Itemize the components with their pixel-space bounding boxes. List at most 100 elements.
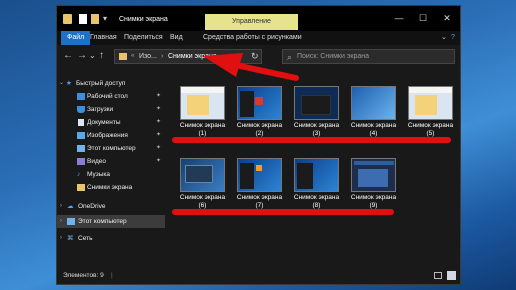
- properties-icon[interactable]: [79, 14, 87, 24]
- file-label: Снимок экрана (3): [293, 122, 340, 137]
- file-item[interactable]: Снимок экрана (1): [174, 83, 231, 143]
- file-item[interactable]: Снимок экрана (7): [231, 155, 288, 215]
- forward-button[interactable]: →: [77, 50, 87, 61]
- manage-tab[interactable]: Управление: [205, 14, 298, 30]
- recent-locations-button[interactable]: ⌄: [89, 51, 96, 60]
- up-button[interactable]: ↑: [99, 50, 104, 61]
- expand-chevron-icon[interactable]: ›: [60, 215, 62, 228]
- sidebar-item-screenshots[interactable]: Снимки экрана: [57, 181, 165, 194]
- search-input[interactable]: Поиск: Снимки экрана: [297, 53, 369, 60]
- annotation-underline: [172, 137, 451, 143]
- pin-icon[interactable]: ✦: [156, 116, 161, 129]
- item-count: Элементов: 9: [63, 272, 104, 279]
- thumbnail: [237, 158, 282, 192]
- details-view-icon[interactable]: [434, 272, 442, 279]
- folder-icon: [77, 184, 85, 191]
- file-label: Снимок экрана (5): [407, 122, 454, 137]
- tab-view[interactable]: Вид: [170, 31, 183, 45]
- desktop-icon: [77, 93, 85, 100]
- sidebar-label: Снимки экрана: [87, 184, 133, 191]
- annotation-underline: [172, 209, 394, 215]
- sidebar-item-this-pc[interactable]: › Этот компьютер: [57, 215, 165, 228]
- sidebar-item-this-pc-quick[interactable]: Этот компьютер ✦: [57, 142, 165, 155]
- ribbon-tabs: Файл Главная Поделиться Вид Средства раб…: [57, 31, 460, 45]
- folder-icon: [119, 53, 127, 60]
- file-label: Снимок экрана (9): [350, 194, 397, 209]
- maximize-button[interactable]: ☐: [413, 11, 433, 25]
- back-button[interactable]: ←: [63, 50, 73, 61]
- thumbnail: [294, 86, 339, 120]
- window-title: Снимки экрана: [119, 16, 168, 23]
- collapse-chevron-icon[interactable]: ⌄: [59, 77, 64, 90]
- tab-share[interactable]: Поделиться: [124, 31, 163, 45]
- file-item[interactable]: Снимок экрана (2): [231, 83, 288, 143]
- sidebar-item-music[interactable]: ♪ Музыка: [57, 168, 165, 181]
- sidebar-label: Этот компьютер: [87, 145, 136, 152]
- customize-quick-access-icon[interactable]: ▾: [103, 14, 112, 24]
- new-folder-icon[interactable]: [91, 14, 99, 24]
- file-label: Снимок экрана (8): [293, 194, 340, 209]
- sidebar-label: Быстрый доступ: [76, 80, 126, 87]
- pin-icon[interactable]: ✦: [156, 129, 161, 142]
- thumbnail: [351, 86, 396, 120]
- pictures-icon: [77, 132, 85, 139]
- file-item[interactable]: Снимок экрана (9): [345, 155, 402, 215]
- breadcrumb-pictures[interactable]: Изо...: [139, 53, 157, 60]
- sidebar-label: Видео: [87, 158, 106, 165]
- minimize-button[interactable]: —: [389, 11, 409, 25]
- sidebar-item-desktop[interactable]: Рабочий стол ✦: [57, 90, 165, 103]
- expand-chevron-icon[interactable]: ›: [60, 232, 62, 245]
- thumbnail: [294, 158, 339, 192]
- sidebar-item-documents[interactable]: Документы ✦: [57, 116, 165, 129]
- documents-icon: [78, 119, 84, 126]
- file-item[interactable]: Снимок экрана (8): [288, 155, 345, 215]
- sidebar-item-downloads[interactable]: Загрузки ✦: [57, 103, 165, 116]
- file-list: Снимок экрана (1) Снимок экрана (2) Снимок…: [169, 69, 460, 265]
- search-box[interactable]: ⌕ Поиск: Снимки экрана: [282, 49, 455, 64]
- folder-icon: [63, 14, 72, 24]
- sidebar-item-videos[interactable]: Видео ✦: [57, 155, 165, 168]
- thumbnail: [237, 86, 282, 120]
- breadcrumb-screenshots[interactable]: Снимки экрана: [168, 53, 217, 60]
- file-label: Снимок экрана (1): [179, 122, 226, 137]
- download-icon: [77, 106, 85, 113]
- address-dropdown-button[interactable]: ⌄: [235, 52, 242, 61]
- sidebar-label: OneDrive: [78, 203, 106, 210]
- thumbnail: [180, 86, 225, 120]
- address-bar[interactable]: « Изо... › Снимки экрана ⌄ ↻: [114, 49, 262, 64]
- pin-icon[interactable]: ✦: [156, 142, 161, 155]
- tab-home[interactable]: Главная: [90, 31, 117, 45]
- large-icons-view-icon[interactable]: [447, 271, 456, 280]
- expand-ribbon-icon[interactable]: ⌄: [441, 31, 447, 45]
- refresh-button[interactable]: ↻: [251, 51, 259, 62]
- file-item[interactable]: Снимок экрана (6): [174, 155, 231, 215]
- status-separator: |: [111, 272, 113, 279]
- help-icon[interactable]: ?: [451, 31, 455, 45]
- sidebar-item-network[interactable]: › ⌘ Сеть: [57, 232, 165, 245]
- pin-icon[interactable]: ✦: [156, 155, 161, 168]
- overflow-chevron[interactable]: «: [131, 53, 134, 59]
- sidebar-item-onedrive[interactable]: › ☁ OneDrive: [57, 200, 165, 213]
- close-button[interactable]: ✕: [437, 11, 457, 25]
- pin-icon[interactable]: ✦: [156, 103, 161, 116]
- file-item[interactable]: Снимок экрана (4): [345, 83, 402, 143]
- sidebar-quick-access[interactable]: ⌄ ★ Быстрый доступ: [57, 77, 165, 90]
- status-bar: Элементов: 9 |: [57, 265, 460, 284]
- tab-file[interactable]: Файл: [61, 31, 91, 45]
- sidebar-item-pictures[interactable]: Изображения ✦: [57, 129, 165, 142]
- tab-picture-tools[interactable]: Средства работы с рисунками: [203, 31, 302, 45]
- expand-chevron-icon[interactable]: ›: [60, 200, 62, 213]
- sidebar-label: Рабочий стол: [87, 93, 128, 100]
- sidebar-label: Этот компьютер: [78, 218, 127, 225]
- video-icon: [77, 158, 85, 165]
- file-label: Снимок экрана (6): [179, 194, 226, 209]
- file-item[interactable]: Снимок экрана (5): [402, 83, 459, 143]
- pin-icon[interactable]: ✦: [156, 90, 161, 103]
- address-row: ← → ⌄ ↑ « Изо... › Снимки экрана ⌄ ↻ ⌕ П…: [57, 45, 460, 69]
- file-item[interactable]: Снимок экрана (3): [288, 83, 345, 143]
- sidebar-label: Сеть: [78, 235, 93, 242]
- network-icon: ⌘: [67, 235, 74, 242]
- star-icon: ★: [66, 80, 72, 87]
- thumbnail: [351, 158, 396, 192]
- thumbnail: [408, 86, 453, 120]
